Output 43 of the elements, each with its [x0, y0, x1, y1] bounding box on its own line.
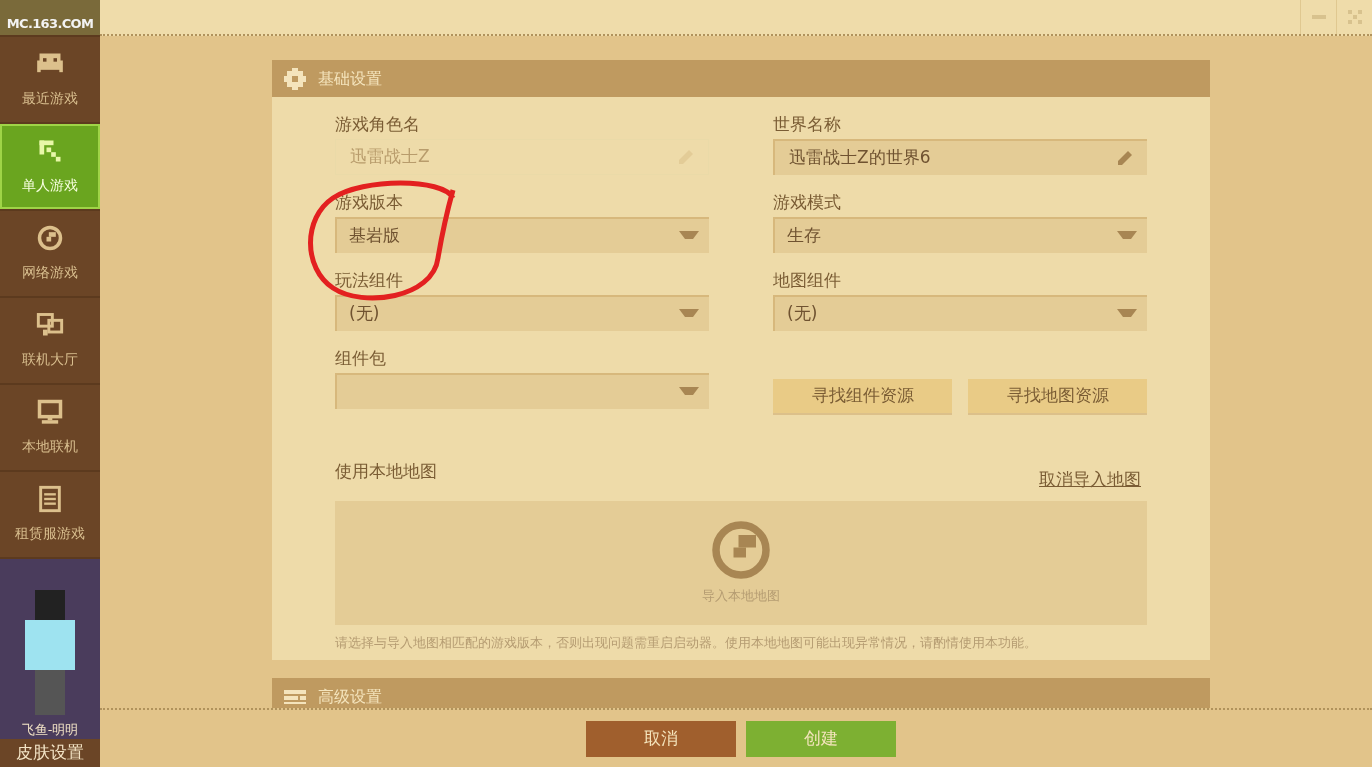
caret-icon — [679, 387, 699, 397]
list-icon — [284, 689, 306, 704]
monitor-icon — [36, 398, 64, 426]
resource-button[interactable]: 寻找组件资源 — [773, 379, 952, 415]
gear-icon — [284, 67, 306, 90]
field-label: 玩法组件 — [335, 268, 404, 292]
field-label: 游戏模式 — [773, 190, 842, 214]
field-label: 组件包 — [335, 346, 387, 370]
skin-settings-button[interactable]: 皮肤设置 — [0, 739, 100, 767]
resource-button[interactable]: 寻找地图资源 — [968, 379, 1147, 415]
text-field[interactable]: 迅雷战士Z的世界6 — [773, 139, 1147, 175]
logo-text: MC.163.COM — [6, 14, 94, 33]
dropdown[interactable]: 生存 — [773, 217, 1147, 253]
local-map-label: 使用本地地图 — [335, 460, 437, 483]
section-title: 高级设置 — [318, 685, 382, 708]
caret-icon — [679, 309, 699, 319]
nav-item[interactable]: 联机大厅 — [0, 298, 100, 383]
globe-icon — [711, 519, 771, 580]
list-icon — [36, 485, 64, 513]
field-label: 世界名称 — [773, 112, 842, 136]
pencil-icon — [1115, 148, 1135, 168]
computers-icon — [36, 311, 64, 339]
nav-item[interactable]: 网络游戏 — [0, 211, 100, 296]
caret-icon — [1117, 231, 1137, 241]
dropdown[interactable]: 基岩版 — [335, 217, 709, 253]
close-icon — [1347, 10, 1362, 24]
field-label: 游戏版本 — [335, 190, 404, 214]
cancel-button[interactable]: 取消 — [586, 720, 736, 757]
dropdown[interactable]: (无) — [773, 295, 1147, 331]
dropdown[interactable]: (无) — [335, 295, 709, 331]
player-name: 飞鱼-明明 — [21, 720, 79, 739]
globe-icon — [36, 224, 64, 252]
nav-item[interactable]: 最近游戏 — [0, 37, 100, 122]
cancel-import-link[interactable]: 取消导入地图 — [1039, 467, 1141, 493]
nav-item[interactable]: 单人游戏 — [0, 124, 100, 209]
field-label: 游戏角色名 — [335, 112, 421, 136]
section-title: 基础设置 — [318, 67, 382, 90]
caret-icon — [679, 231, 699, 241]
nav-item[interactable]: 本地联机 — [0, 385, 100, 470]
field-label: 地图组件 — [773, 268, 842, 292]
caret-icon — [1117, 309, 1137, 319]
dropdown[interactable] — [335, 373, 709, 409]
nav-item[interactable]: 租赁服游戏 — [0, 472, 100, 557]
